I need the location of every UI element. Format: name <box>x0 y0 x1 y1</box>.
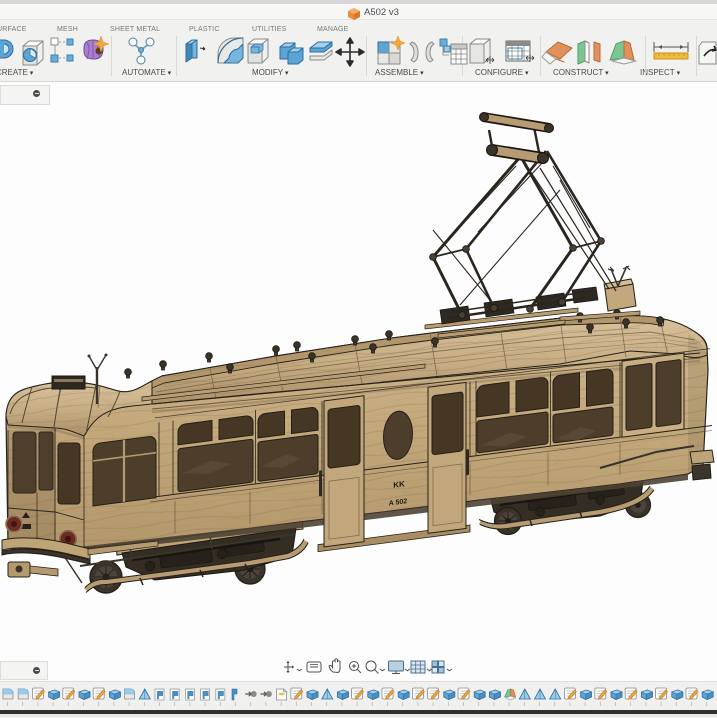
svg-text:KK: KK <box>393 479 405 489</box>
